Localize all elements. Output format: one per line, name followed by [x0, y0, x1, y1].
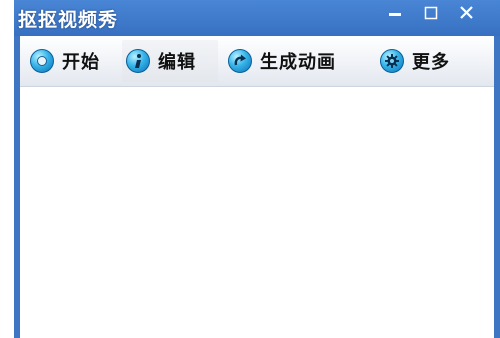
start-label: 开始	[62, 52, 100, 73]
start-button[interactable]: 开始	[26, 40, 116, 82]
toolbar: 开始 编辑 生成动画 更多	[20, 36, 494, 87]
redo-arrow-icon	[228, 49, 252, 73]
minimize-icon	[389, 13, 401, 16]
close-button[interactable]	[454, 2, 480, 24]
window-title: 抠抠视频秀	[18, 9, 119, 31]
edit-button[interactable]: 编辑	[122, 40, 218, 82]
generate-animation-button[interactable]: 生成动画	[224, 40, 368, 82]
close-icon	[460, 6, 473, 19]
app-window: 抠抠视频秀 开始 编辑 生成动画 更多	[14, 0, 500, 338]
generate-animation-label: 生成动画	[260, 52, 336, 73]
gear-icon	[380, 49, 404, 73]
record-icon	[30, 49, 54, 73]
more-button[interactable]: 更多	[376, 40, 472, 82]
maximize-icon	[424, 6, 438, 20]
more-label: 更多	[412, 52, 450, 73]
edit-label: 编辑	[158, 52, 196, 73]
maximize-button[interactable]	[418, 2, 444, 24]
minimize-button[interactable]	[382, 2, 408, 24]
title-bar[interactable]: 抠抠视频秀	[14, 0, 500, 36]
info-icon	[126, 49, 150, 73]
content-area[interactable]	[20, 87, 494, 338]
